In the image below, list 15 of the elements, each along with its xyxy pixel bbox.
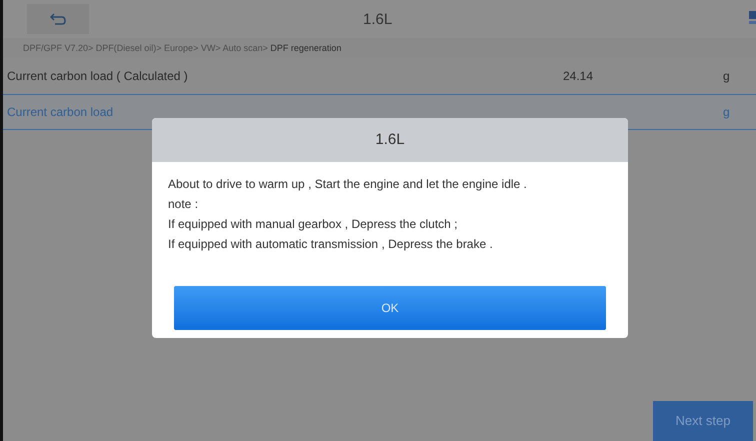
- dialog-message: note :: [168, 196, 200, 213]
- parameter-value: 24.14: [563, 68, 594, 85]
- back-arrow-icon: [50, 13, 66, 25]
- page-title: 1.6L: [363, 10, 392, 30]
- next-step-button[interactable]: Next step: [653, 401, 753, 441]
- parameter-unit: g: [723, 68, 730, 85]
- parameter-name: Current carbon load: [6, 104, 114, 121]
- ok-button[interactable]: OK: [174, 286, 606, 330]
- parameter-name: Current carbon load ( Calculated ): [6, 68, 189, 85]
- dialog-message: If equipped with automatic transmission , Depress the brake .: [168, 236, 494, 253]
- dialog-message: About to drive to warm up , Start the engine and let the engine idle .: [168, 176, 528, 193]
- dialog-title: 1.6L: [152, 118, 628, 162]
- dialog-message: If equipped with manual gearbox , Depress the clutch ;: [168, 216, 458, 233]
- back-button[interactable]: [27, 4, 89, 34]
- parameter-unit: g: [723, 104, 730, 121]
